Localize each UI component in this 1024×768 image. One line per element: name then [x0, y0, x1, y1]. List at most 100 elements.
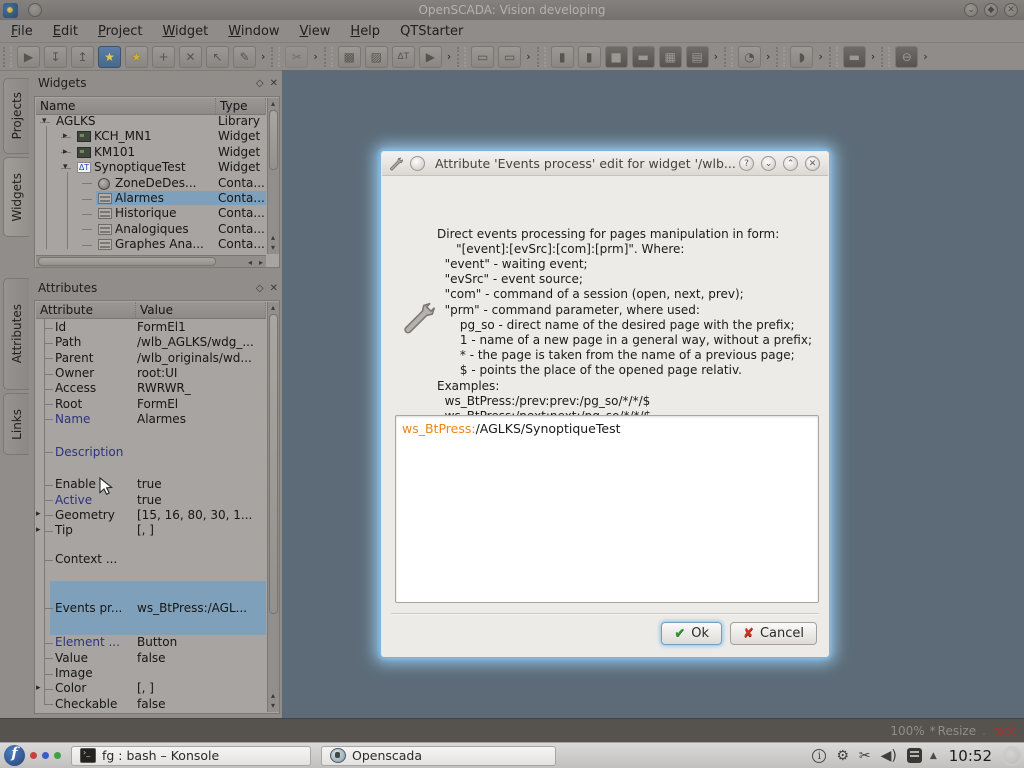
- widget-edit-icon[interactable]: ✎: [233, 46, 256, 68]
- widgets-panel-close-button[interactable]: ✕: [270, 78, 278, 89]
- widget-properties-icon[interactable]: ↖: [206, 46, 229, 68]
- menu-item-widget[interactable]: Widget: [153, 22, 217, 41]
- attributes-table-header[interactable]: Attribute Value: [36, 302, 266, 319]
- column-name[interactable]: Name: [36, 98, 216, 114]
- add-widget-icon[interactable]: +: [152, 46, 175, 68]
- attributes-vscrollbar[interactable]: ▴ ▴ ▾: [267, 302, 279, 712]
- launcher-menu-button[interactable]: f: [4, 745, 25, 766]
- pager-dot-red[interactable]: [30, 752, 37, 759]
- attributes-panel-close-button[interactable]: ✕: [270, 283, 278, 294]
- attribute-row[interactable]: Element ...Button: [36, 635, 266, 650]
- pager-dot-blue[interactable]: [42, 752, 49, 759]
- info-tray-icon[interactable]: i: [812, 749, 826, 763]
- volume-tray-icon[interactable]: ◀): [881, 749, 897, 763]
- palette-elfigure-icon[interactable]: ▩: [338, 46, 361, 68]
- ok-button[interactable]: ✔ Ok: [661, 622, 722, 645]
- column-value[interactable]: Value: [136, 302, 266, 318]
- toolbar-extend-chevron[interactable]: ›: [818, 50, 822, 63]
- dialog-menu-button[interactable]: [410, 156, 425, 171]
- palette-whistle-icon[interactable]: ◔: [738, 46, 761, 68]
- window-close-button[interactable]: ✕: [1004, 3, 1018, 17]
- window-maximize-button[interactable]: ◆: [984, 3, 998, 17]
- menu-item-help[interactable]: Help: [341, 22, 389, 41]
- taskbar-task-oscada[interactable]: Openscada: [321, 746, 556, 766]
- attribute-row[interactable]: ▸Geometry[15, 16, 80, 30, 1...: [36, 508, 266, 523]
- attribute-row[interactable]: Context ...: [36, 538, 266, 581]
- toolbar-extend-chevron[interactable]: ›: [923, 50, 927, 63]
- palette-list-icon[interactable]: ▤: [686, 46, 709, 68]
- palette-strip-icon[interactable]: ▬: [632, 46, 655, 68]
- attribute-row[interactable]: Activetrue: [36, 492, 266, 507]
- scissors-tray-icon[interactable]: ✂: [859, 749, 871, 763]
- tree-row[interactable]: ▾AGLKSLibrary: [36, 114, 266, 129]
- attribute-row[interactable]: Checkablefalse: [36, 697, 266, 712]
- panel-toolbox-icon[interactable]: [1002, 746, 1022, 766]
- tree-row[interactable]: Graphes Ana...Conta...: [36, 237, 266, 252]
- palette-curve-icon[interactable]: ◗: [790, 46, 813, 68]
- attribute-row[interactable]: Description: [36, 427, 266, 477]
- palette-run-icon[interactable]: ▶: [419, 46, 442, 68]
- run-execution-icon[interactable]: ▶: [17, 46, 40, 68]
- attribute-row[interactable]: ▸Tip[, ]: [36, 523, 266, 538]
- tree-row[interactable]: ZoneDeDes...Conta...: [36, 176, 266, 191]
- tree-row[interactable]: ▸KM101Widget: [36, 145, 266, 160]
- expander-closed-icon[interactable]: ▸: [63, 147, 68, 157]
- toolbar-extend-chevron[interactable]: ›: [871, 50, 875, 63]
- expander-closed-icon[interactable]: ▸: [36, 525, 41, 535]
- attribute-row[interactable]: Path/wlb_AGLKS/wdg_...: [36, 335, 266, 350]
- db-load-icon[interactable]: ↧: [44, 46, 67, 68]
- new-widget-library-icon[interactable]: ★: [98, 46, 121, 68]
- menu-item-view[interactable]: View: [291, 22, 340, 41]
- expander-open-icon[interactable]: ▾: [42, 116, 47, 126]
- events-process-editor[interactable]: ws_BtPress:/AGLKS/SynoptiqueTest: [395, 415, 819, 603]
- attribute-row[interactable]: Valuefalse: [36, 651, 266, 666]
- menu-item-window[interactable]: Window: [219, 22, 288, 41]
- column-type[interactable]: Type: [216, 98, 266, 114]
- attribute-row[interactable]: IdFormEl1: [36, 320, 266, 335]
- settings-tray-icon[interactable]: ⚙: [836, 749, 849, 763]
- attribute-row[interactable]: Parent/wlb_originals/wd...: [36, 351, 266, 366]
- attribute-row[interactable]: Enabletrue: [36, 477, 266, 492]
- tray-expand-icon[interactable]: ▲: [930, 751, 937, 761]
- expander-closed-icon[interactable]: ▸: [63, 131, 68, 141]
- delete-widget-icon[interactable]: ✕: [179, 46, 202, 68]
- palette-window2-icon[interactable]: ▭: [498, 46, 521, 68]
- attribute-row[interactable]: NameAlarmes: [36, 412, 266, 427]
- attribute-row[interactable]: RootFormEl: [36, 397, 266, 412]
- tree-row[interactable]: HistoriqueConta...: [36, 206, 266, 221]
- palette-diagram-values-icon[interactable]: ΔT: [392, 46, 415, 68]
- expander-open-icon[interactable]: ▾: [63, 162, 68, 172]
- dock-tab-links[interactable]: Links: [3, 393, 29, 455]
- dialog-titlebar[interactable]: Attribute 'Events process' edit for widg…: [382, 152, 828, 176]
- menu-item-qtstarter[interactable]: QTStarter: [391, 22, 472, 41]
- palette-stop-icon[interactable]: ⊖: [895, 46, 918, 68]
- db-save-icon[interactable]: ↥: [71, 46, 94, 68]
- tree-row[interactable]: ▸KCH_MN1Widget: [36, 129, 266, 144]
- attributes-panel-float-button[interactable]: ◇: [256, 283, 264, 294]
- palette-pill-icon[interactable]: ▬: [843, 46, 866, 68]
- taskbar-task-konsole[interactable]: fg : bash – Konsole: [71, 746, 311, 766]
- palette-media-icon[interactable]: ▨: [365, 46, 388, 68]
- dialog-help-button[interactable]: ?: [739, 156, 754, 171]
- palette-vbar-icon[interactable]: ▮: [551, 46, 574, 68]
- tree-row[interactable]: ▾ΔTSynoptiqueTestWidget: [36, 160, 266, 175]
- toolbar-extend-chevron[interactable]: ›: [261, 50, 265, 63]
- pager-dot-green[interactable]: [54, 752, 61, 759]
- menu-item-file[interactable]: File: [2, 22, 42, 41]
- attribute-row[interactable]: Events pr...ws_BtPress:/AGL...: [36, 581, 266, 635]
- attribute-row[interactable]: AccessRWRWR_: [36, 381, 266, 396]
- column-attribute[interactable]: Attribute: [36, 302, 136, 318]
- widgets-panel-float-button[interactable]: ◇: [256, 78, 264, 89]
- palette-window-icon[interactable]: ▭: [471, 46, 494, 68]
- clipboard-tray-icon[interactable]: [907, 748, 922, 763]
- cut-icon[interactable]: ✂: [285, 46, 308, 68]
- dock-tab-attributes[interactable]: Attributes: [3, 278, 29, 390]
- expander-closed-icon[interactable]: ▸: [36, 683, 41, 693]
- dialog-shade-down-button[interactable]: ⌄: [761, 156, 776, 171]
- tree-row[interactable]: AnalogiquesConta...: [36, 222, 266, 237]
- palette-box-icon[interactable]: ■: [605, 46, 628, 68]
- attribute-row[interactable]: Image: [36, 666, 266, 681]
- dialog-shade-up-button[interactable]: ⌃: [783, 156, 798, 171]
- pager[interactable]: [25, 752, 61, 759]
- window-minimize-button[interactable]: ⌄: [964, 3, 978, 17]
